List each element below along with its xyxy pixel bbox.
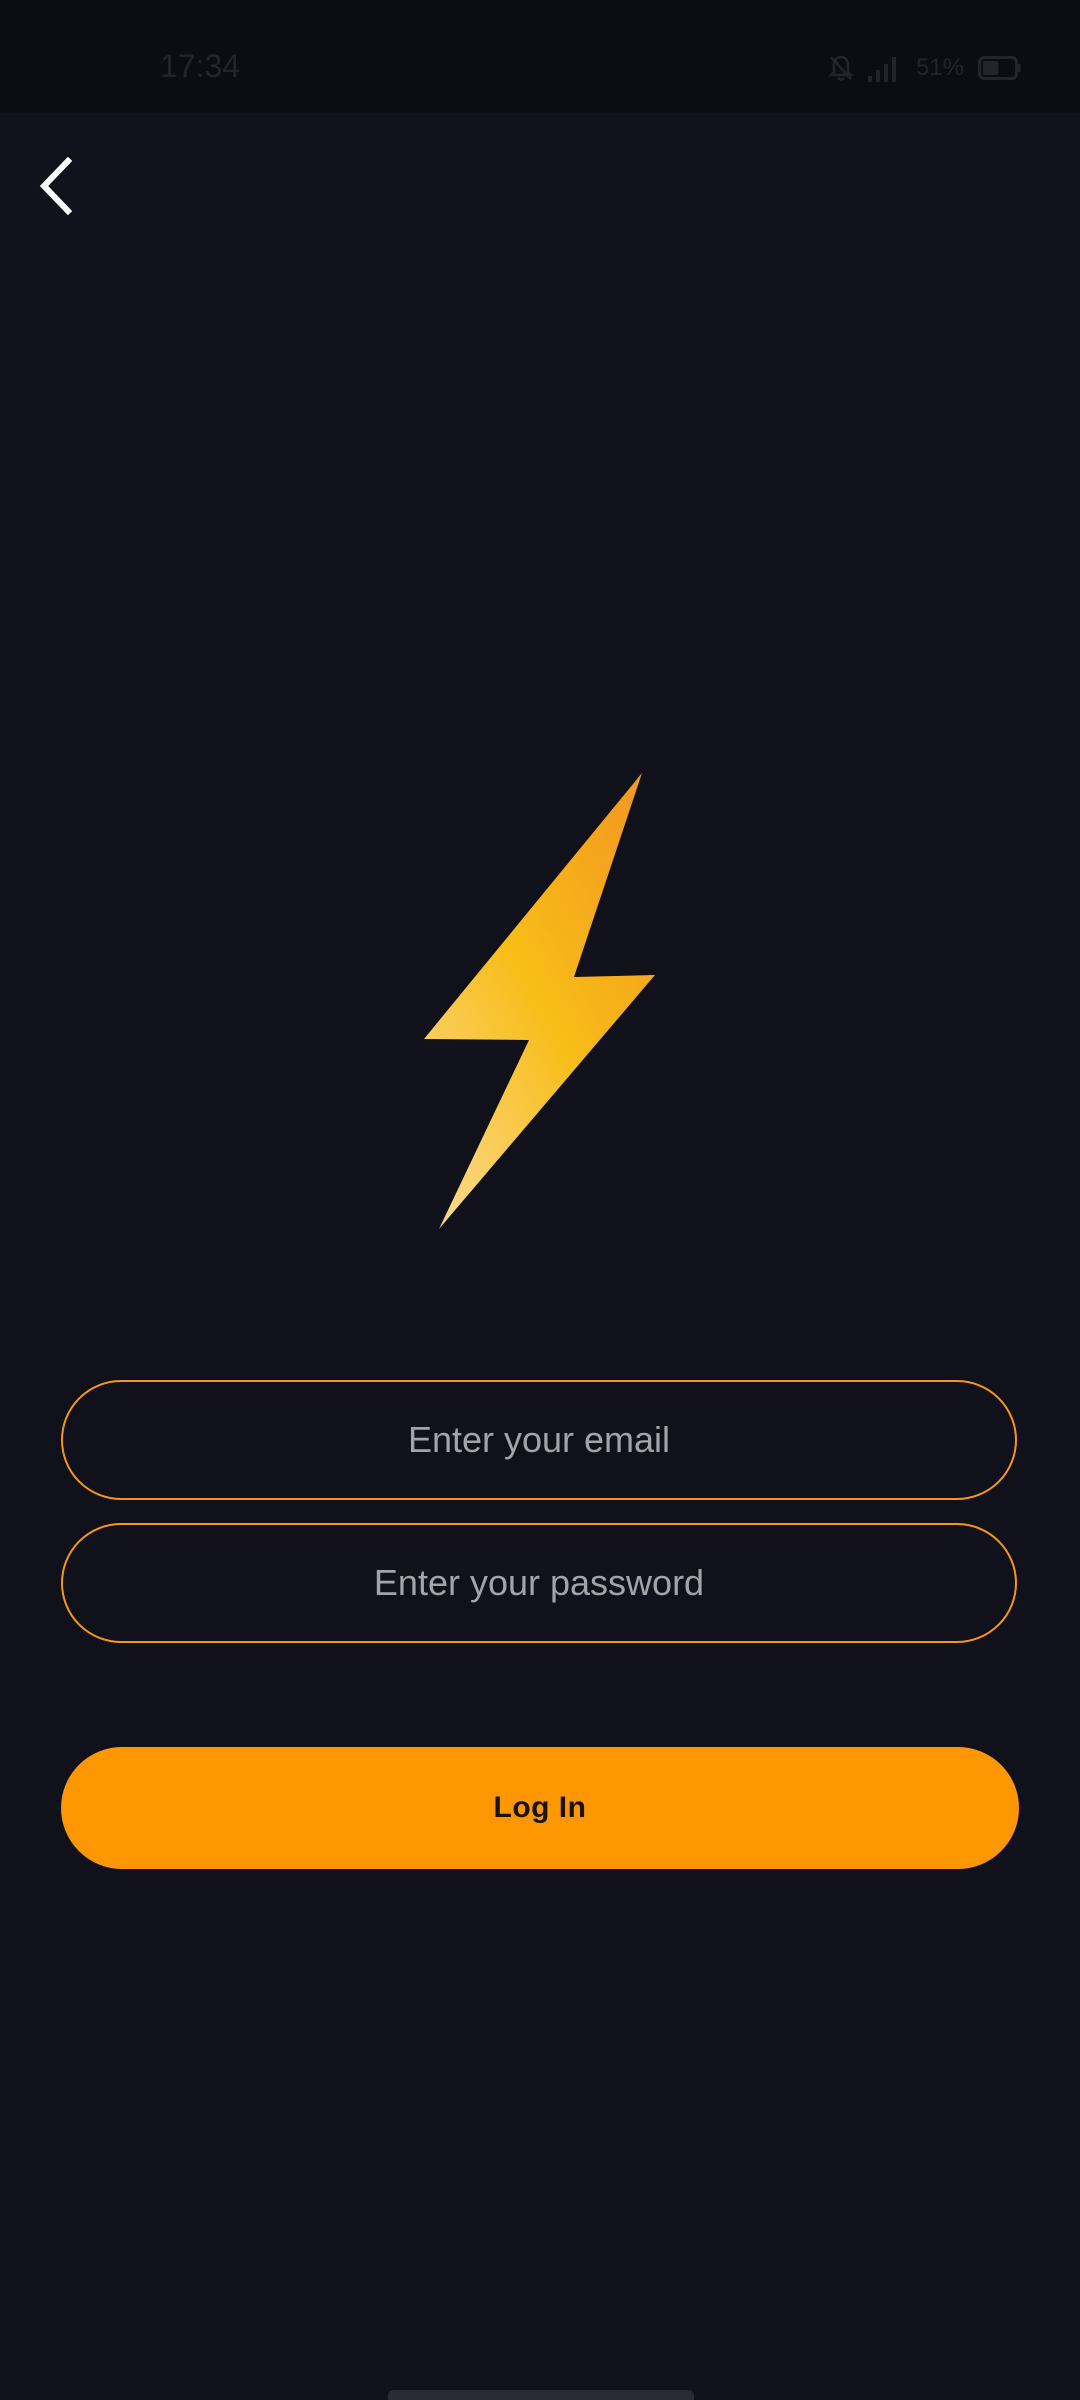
battery-icon [978, 56, 1022, 80]
email-input[interactable] [63, 1381, 1015, 1499]
status-bar: 17:34 51% [0, 0, 1080, 113]
battery-percent: 51% [915, 54, 964, 81]
status-icons: 51% [827, 50, 1022, 86]
lightning-bolt-icon [424, 773, 655, 1229]
login-button[interactable]: Log In [61, 1747, 1019, 1869]
status-time: 17:34 [160, 48, 241, 84]
back-button[interactable] [20, 140, 92, 232]
password-field[interactable] [61, 1523, 1017, 1643]
signal-icon [867, 54, 902, 82]
app-bar [0, 113, 1080, 263]
bell-off-icon [827, 54, 854, 82]
home-indicator [388, 2390, 694, 2400]
chevron-left-icon [39, 157, 73, 215]
email-field[interactable] [61, 1380, 1017, 1500]
password-input[interactable] [63, 1524, 1015, 1642]
